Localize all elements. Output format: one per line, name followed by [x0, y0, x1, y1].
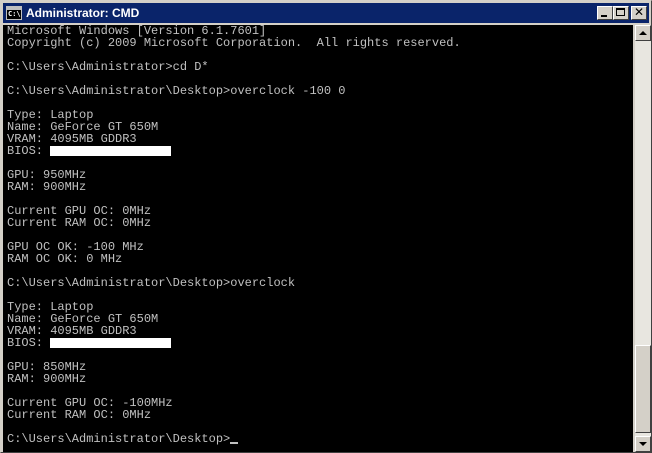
console-line: C:\Users\Administrator>cd D* — [7, 61, 461, 73]
console-line-text: BIOS: — [7, 144, 51, 158]
maximize-icon — [616, 8, 625, 16]
console-line: VRAM: 4095MB GDDR3 — [7, 325, 461, 337]
console-line: Current RAM OC: 0MHz — [7, 409, 461, 421]
console-icon[interactable]: C:\ — [6, 6, 22, 20]
cmd-window: C:\ Administrator: CMD ✕ Microsoft Windo… — [0, 0, 652, 453]
console-line: RAM: 900MHz — [7, 181, 461, 193]
text-cursor — [230, 442, 239, 444]
caption-buttons: ✕ — [597, 5, 647, 20]
scrollbar-thumb[interactable] — [635, 345, 651, 433]
console-line: VRAM: 4095MB GDDR3 — [7, 133, 461, 145]
console-line-text: C:\Users\Administrator>cd D* — [7, 60, 209, 74]
maximize-button[interactable] — [613, 6, 629, 20]
redacted-block — [50, 146, 172, 156]
scroll-up-button[interactable] — [635, 25, 651, 41]
minimize-icon — [601, 15, 607, 17]
close-button[interactable]: ✕ — [631, 5, 647, 20]
console-line: Current RAM OC: 0MHz — [7, 217, 461, 229]
minimize-button[interactable] — [597, 6, 613, 20]
console-line: Copyright (c) 2009 Microsoft Corporation… — [7, 37, 461, 49]
close-icon: ✕ — [633, 5, 645, 19]
console-lines: Microsoft Windows [Version 6.1.7601] Copy… — [7, 25, 461, 445]
scroll-down-button[interactable] — [635, 436, 651, 452]
console-line-text: Current RAM OC: 0MHz — [7, 216, 152, 230]
console-output[interactable]: Microsoft Windows [Version 6.1.7601] Copy… — [3, 25, 633, 452]
console-line-text: C:\Users\Administrator\Desktop> — [7, 432, 231, 446]
console-line-text: Copyright (c) 2009 Microsoft Corporation… — [7, 36, 461, 50]
console-line: C:\Users\Administrator\Desktop>overclock — [7, 277, 461, 289]
arrow-down-icon — [639, 442, 647, 446]
console-line: C:\Users\Administrator\Desktop> — [7, 433, 461, 445]
console-line-text: RAM: 900MHz — [7, 372, 87, 386]
console-line-text: C:\Users\Administrator\Desktop>overclock… — [7, 84, 346, 98]
console-line-text: C:\Users\Administrator\Desktop>overclock — [7, 276, 296, 290]
console-line-text: RAM: 900MHz — [7, 180, 87, 194]
redacted-block — [50, 338, 172, 348]
arrow-up-icon — [639, 31, 647, 35]
window-title: Administrator: CMD — [26, 6, 140, 20]
console-line: BIOS: — [7, 337, 461, 349]
vertical-scrollbar[interactable] — [635, 25, 651, 452]
console-line-text: RAM OC OK: 0 MHz — [7, 252, 123, 266]
console-line: RAM: 900MHz — [7, 373, 461, 385]
console-line: RAM OC OK: 0 MHz — [7, 253, 461, 265]
console-line: C:\Users\Administrator\Desktop>overclock… — [7, 85, 461, 97]
console-line-text: BIOS: — [7, 336, 51, 350]
console-line-text: Current RAM OC: 0MHz — [7, 408, 152, 422]
title-bar[interactable]: C:\ Administrator: CMD ✕ — [3, 3, 649, 23]
console-line: BIOS: — [7, 145, 461, 157]
